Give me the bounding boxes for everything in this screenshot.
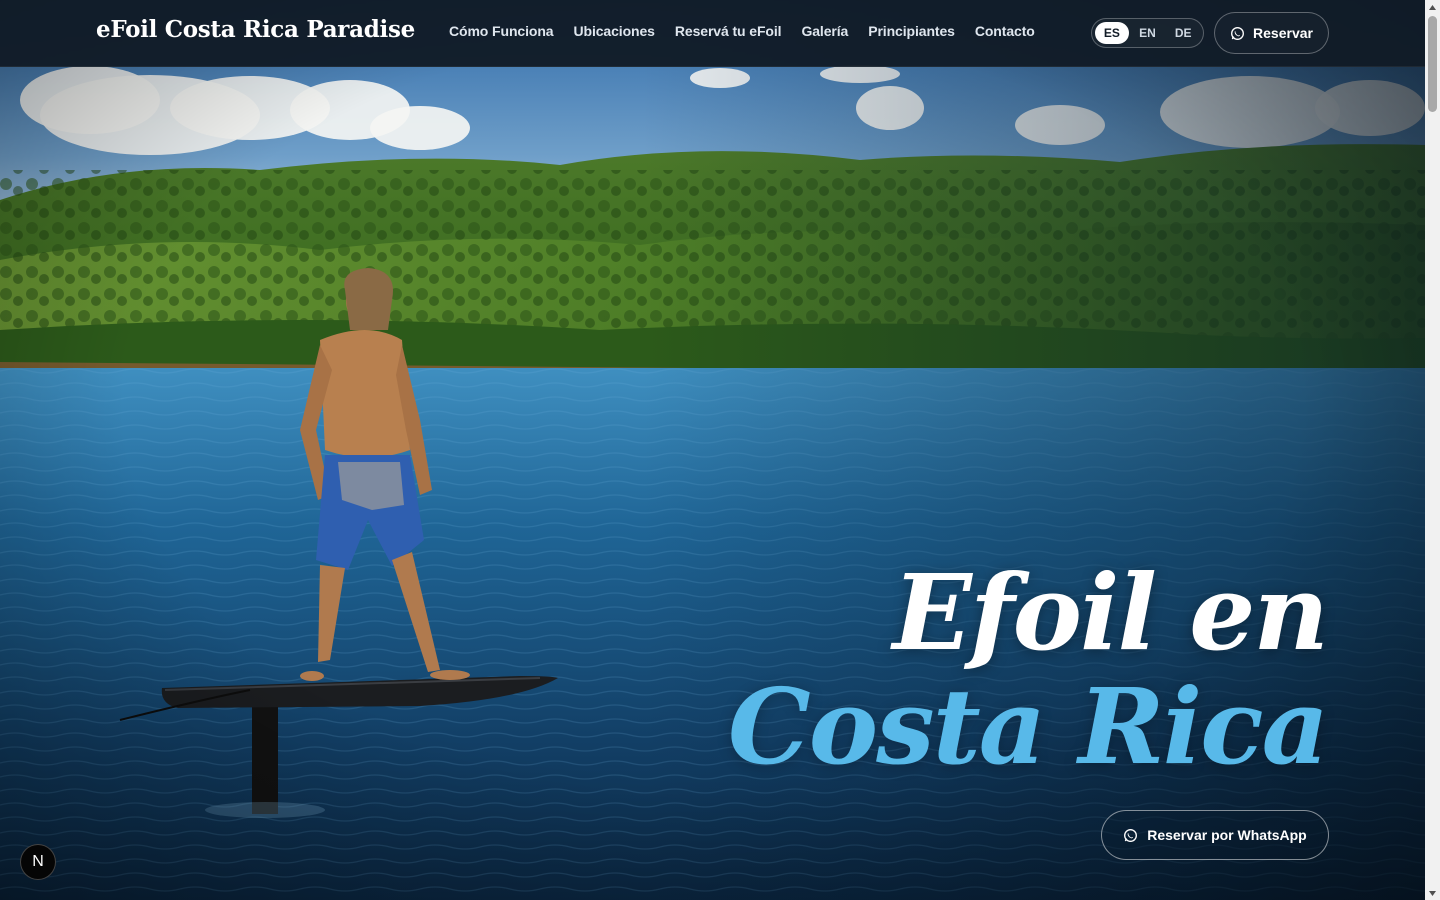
site-header: eFoil Costa Rica Paradise Cómo Funciona … — [0, 0, 1425, 67]
nav-item-galeria[interactable]: Galería — [801, 23, 848, 39]
hero-headline: Efoil en Costa Rica — [627, 551, 1329, 788]
scroll-down-arrow-icon[interactable] — [1425, 886, 1440, 900]
nav-item-ubicaciones[interactable]: Ubicaciones — [573, 23, 654, 39]
whatsapp-icon — [1124, 828, 1138, 842]
nav-item-como-funciona[interactable]: Cómo Funciona — [449, 23, 554, 39]
scroll-up-arrow-icon[interactable] — [1425, 0, 1440, 14]
scrollbar-thumb[interactable] — [1428, 16, 1437, 112]
whatsapp-icon — [1231, 26, 1244, 40]
language-switcher: ES EN DE — [1091, 18, 1204, 48]
reservar-whatsapp-button[interactable]: Reservar por WhatsApp — [1101, 810, 1329, 860]
hero-headline-line2: Costa Rica — [728, 665, 1329, 788]
lang-option-es[interactable]: ES — [1095, 22, 1129, 44]
header-reservar-label: Reservar — [1253, 25, 1313, 41]
nav-item-contacto[interactable]: Contacto — [975, 23, 1035, 39]
lang-option-de[interactable]: DE — [1166, 22, 1200, 44]
hero-section: Efoil en Costa Rica Reservar por WhatsAp… — [0, 0, 1425, 900]
hero-headline-line1: Efoil en — [892, 551, 1329, 674]
dev-badge-label: N — [32, 853, 44, 870]
brand-logo[interactable]: eFoil Costa Rica Paradise — [96, 16, 415, 43]
reservar-whatsapp-label: Reservar por WhatsApp — [1147, 827, 1307, 843]
nav-item-principiantes[interactable]: Principiantes — [868, 23, 955, 39]
lang-option-en[interactable]: EN — [1131, 22, 1165, 44]
main-nav: Cómo Funciona Ubicaciones Reservá tu eFo… — [449, 23, 1035, 39]
nextjs-dev-badge[interactable]: N — [20, 844, 56, 880]
page-scrollbar[interactable] — [1425, 0, 1440, 900]
header-reservar-button[interactable]: Reservar — [1214, 12, 1329, 54]
nav-item-reserva[interactable]: Reservá tu eFoil — [675, 23, 782, 39]
